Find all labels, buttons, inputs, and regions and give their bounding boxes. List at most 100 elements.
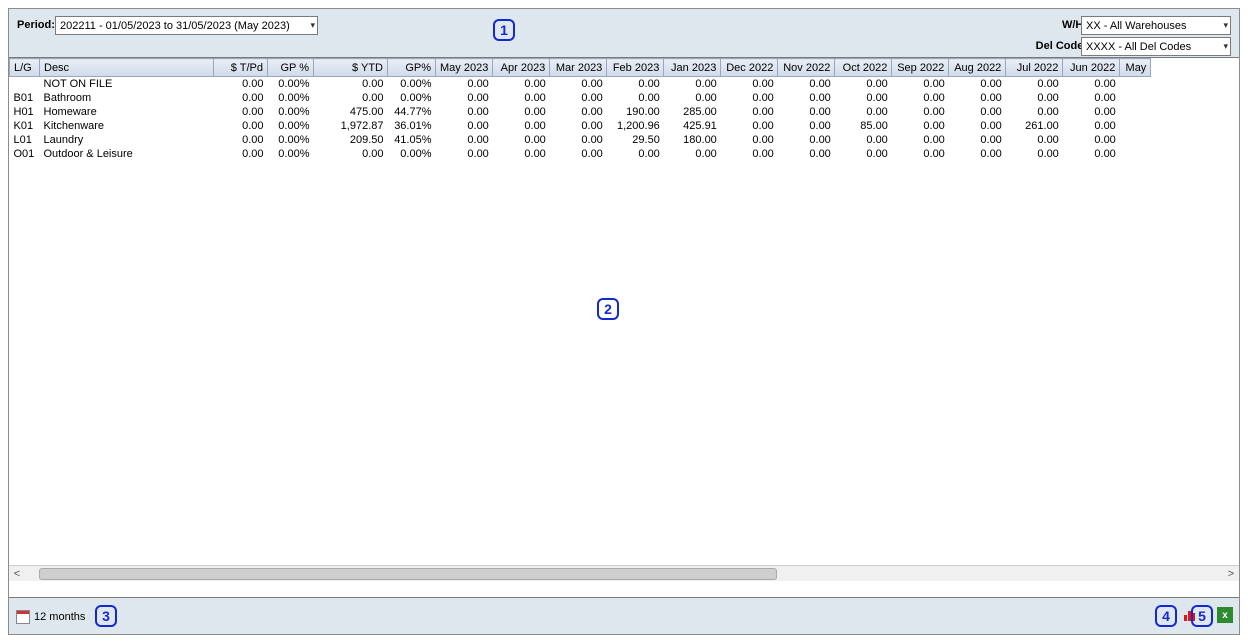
table-cell: 0.00 [436, 77, 493, 91]
table-cell: 0.00 [493, 147, 550, 161]
period-select[interactable]: 202211 - 01/05/2023 to 31/05/2023 (May 2… [55, 16, 318, 35]
table-cell: 0.00% [268, 147, 314, 161]
months-toggle[interactable]: 12 months [13, 607, 92, 627]
col-gpy[interactable]: GP% [388, 59, 436, 77]
table-row[interactable]: NOT ON FILE0.000.00%0.000.00%0.000.000.0… [10, 77, 1151, 91]
table-cell: 0.00 [664, 147, 721, 161]
main-panel: Period: 202211 - 01/05/2023 to 31/05/202… [8, 8, 1240, 635]
table-cell: 0.00 [949, 77, 1006, 91]
table-cell: B01 [10, 91, 40, 105]
col-desc[interactable]: Desc [40, 59, 214, 77]
period-value: 202211 - 01/05/2023 to 31/05/2023 (May 2… [60, 20, 290, 32]
annotation-5: 5 [1191, 605, 1213, 627]
table-cell: 0.00% [268, 133, 314, 147]
table-cell: 0.00 [835, 77, 892, 91]
table-cell: 0.00% [268, 77, 314, 91]
col-gp[interactable]: GP % [268, 59, 314, 77]
warehouse-value: XX - All Warehouses [1086, 20, 1186, 32]
table-row[interactable]: B01Bathroom0.000.00%0.000.00%0.000.000.0… [10, 91, 1151, 105]
scroll-track[interactable] [25, 567, 1223, 581]
table-cell: 1,972.87 [314, 119, 388, 133]
table-row[interactable]: K01Kitchenware0.000.00%1,972.8736.01%0.0… [10, 119, 1151, 133]
table-cell: 0.00 [778, 91, 835, 105]
table-cell: 0.00 [214, 133, 268, 147]
table-cell: 0.00 [721, 77, 778, 91]
table-cell: 0.00 [214, 105, 268, 119]
table-cell [1120, 91, 1151, 105]
table-cell [1120, 119, 1151, 133]
table-cell: 0.00 [493, 77, 550, 91]
col-lg[interactable]: L/G [10, 59, 40, 77]
table-row[interactable]: O01Outdoor & Leisure0.000.00%0.000.00%0.… [10, 147, 1151, 161]
table-cell: 0.00 [493, 105, 550, 119]
col-m11[interactable]: Jun 2022 [1063, 59, 1120, 77]
table-row[interactable]: L01Laundry0.000.00%209.5041.05%0.000.000… [10, 133, 1151, 147]
table-cell: K01 [10, 119, 40, 133]
table-cell: 0.00 [1063, 77, 1120, 91]
table-cell: 0.00 [778, 105, 835, 119]
table-cell: 0.00 [721, 147, 778, 161]
table-cell [1120, 77, 1151, 91]
col-m0[interactable]: May 2023 [436, 59, 493, 77]
col-m5[interactable]: Dec 2022 [721, 59, 778, 77]
table-cell: 0.00 [550, 77, 607, 91]
col-m6[interactable]: Nov 2022 [778, 59, 835, 77]
table-cell: 0.00 [607, 147, 664, 161]
table-cell [1120, 133, 1151, 147]
table-cell: 0.00 [1006, 133, 1063, 147]
table-cell: 190.00 [607, 105, 664, 119]
col-m10[interactable]: Jul 2022 [1006, 59, 1063, 77]
table-cell: 0.00 [1006, 91, 1063, 105]
delcode-select[interactable]: XXXX - All Del Codes ▾ [1081, 37, 1231, 56]
table-cell: 0.00 [1063, 147, 1120, 161]
table-cell: 0.00 [664, 77, 721, 91]
table-cell: 0.00 [314, 147, 388, 161]
col-m9[interactable]: Aug 2022 [949, 59, 1006, 77]
col-m4[interactable]: Jan 2023 [664, 59, 721, 77]
table-cell: 0.00 [493, 91, 550, 105]
table-cell: 261.00 [1006, 119, 1063, 133]
table-header-row: L/G Desc $ T/Pd GP % $ YTD GP% May 2023 … [10, 59, 1151, 77]
col-m12[interactable]: May [1120, 59, 1151, 77]
table-cell: 0.00 [721, 105, 778, 119]
col-ytd[interactable]: $ YTD [314, 59, 388, 77]
table-cell: 0.00% [388, 91, 436, 105]
col-m3[interactable]: Feb 2023 [607, 59, 664, 77]
table-cell: 0.00 [1006, 105, 1063, 119]
table-cell: 0.00 [550, 133, 607, 147]
table-cell: 0.00 [664, 91, 721, 105]
col-m2[interactable]: Mar 2023 [550, 59, 607, 77]
table-cell: 0.00 [835, 133, 892, 147]
table-cell: 0.00 [949, 119, 1006, 133]
table-cell: 0.00 [1063, 119, 1120, 133]
table-cell: 0.00% [268, 91, 314, 105]
col-m1[interactable]: Apr 2023 [493, 59, 550, 77]
table-cell: 0.00 [436, 119, 493, 133]
warehouse-select[interactable]: XX - All Warehouses ▾ [1081, 16, 1231, 35]
table-cell: 0.00 [493, 119, 550, 133]
table-row[interactable]: H01Homeware0.000.00%475.0044.77%0.000.00… [10, 105, 1151, 119]
table-cell: 0.00 [892, 91, 949, 105]
col-m7[interactable]: Oct 2022 [835, 59, 892, 77]
export-excel-button[interactable]: x [1217, 607, 1233, 623]
scroll-right-icon[interactable]: > [1223, 568, 1239, 580]
table-cell: 0.00 [949, 91, 1006, 105]
table-cell: O01 [10, 147, 40, 161]
col-m8[interactable]: Sep 2022 [892, 59, 949, 77]
table-cell: 0.00 [607, 77, 664, 91]
table-cell: 0.00 [214, 147, 268, 161]
table-cell: 0.00 [1063, 133, 1120, 147]
scroll-left-icon[interactable]: < [9, 568, 25, 580]
table-cell: 41.05% [388, 133, 436, 147]
table-cell: 0.00 [778, 119, 835, 133]
table-cell: 285.00 [664, 105, 721, 119]
annotation-2: 2 [597, 298, 619, 320]
delcode-label: Del Code: [1036, 40, 1087, 52]
horizontal-scrollbar[interactable]: < > [9, 565, 1239, 581]
table-cell: Kitchenware [40, 119, 214, 133]
col-tpd[interactable]: $ T/Pd [214, 59, 268, 77]
table-cell: 0.00 [892, 147, 949, 161]
table-cell: 0.00 [949, 133, 1006, 147]
table-cell: L01 [10, 133, 40, 147]
scroll-thumb[interactable] [39, 568, 777, 580]
